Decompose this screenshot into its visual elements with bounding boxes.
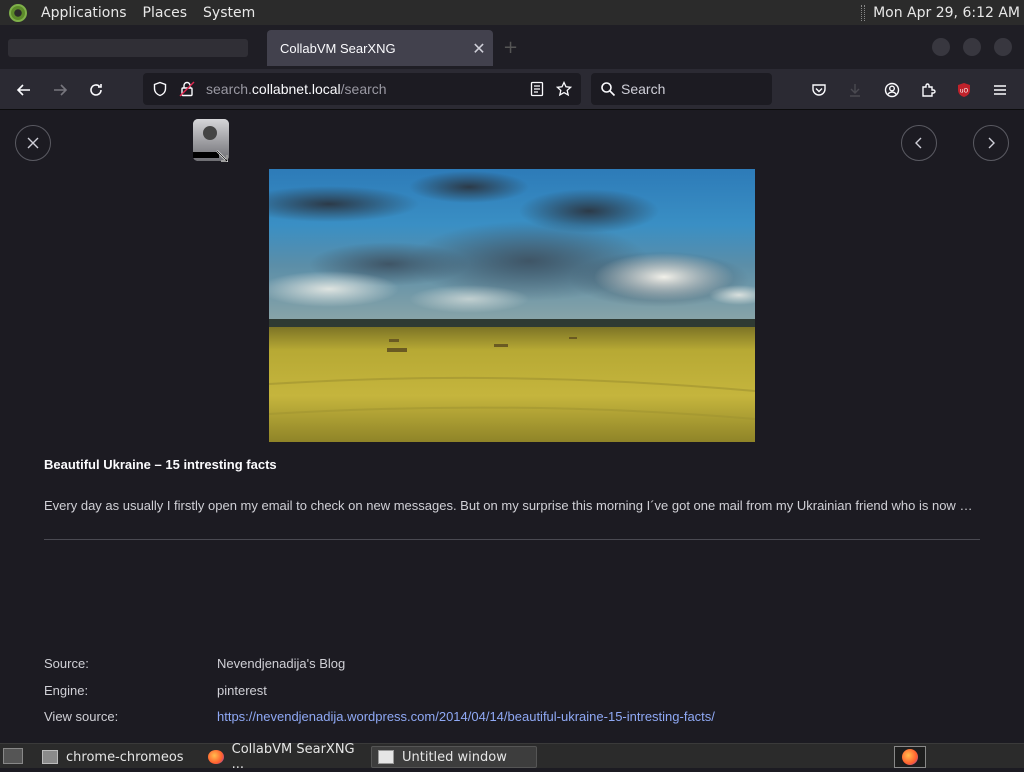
url-path: /search bbox=[340, 81, 387, 97]
url-text: search.collabnet.local/search bbox=[206, 81, 387, 97]
task-chrome-chromeos[interactable]: chrome-chromeos bbox=[36, 746, 200, 768]
firefox-icon bbox=[208, 750, 224, 764]
lock-insecure-icon[interactable] bbox=[179, 81, 195, 97]
account-icon[interactable] bbox=[879, 77, 905, 103]
task-untitled-window[interactable]: Untitled window bbox=[371, 746, 537, 768]
maximize-button[interactable] bbox=[963, 38, 981, 56]
reader-view-icon[interactable] bbox=[529, 81, 545, 97]
engine-value: pinterest bbox=[217, 683, 267, 698]
search-input[interactable] bbox=[621, 79, 761, 99]
svg-text:uO: uO bbox=[960, 88, 969, 95]
result-preview-image[interactable] bbox=[269, 169, 755, 442]
download-icon[interactable] bbox=[842, 77, 868, 103]
divider bbox=[44, 539, 980, 540]
url-host: collabnet.local bbox=[251, 81, 341, 97]
previous-image-button[interactable] bbox=[901, 125, 937, 161]
view-source-label: View source: bbox=[44, 709, 119, 724]
task-firefox-searxng[interactable]: CollabVM SearXNG ... bbox=[202, 742, 368, 772]
search-bar[interactable] bbox=[591, 73, 772, 105]
workspace-switcher[interactable] bbox=[894, 746, 926, 768]
extensions-icon[interactable] bbox=[915, 77, 941, 103]
chevron-left-icon bbox=[915, 137, 922, 149]
next-image-button[interactable] bbox=[973, 125, 1009, 161]
new-tab-icon[interactable]: + bbox=[503, 37, 518, 58]
pocket-icon[interactable] bbox=[806, 77, 832, 103]
top-panel: Applications Places System Mon Apr 29, 6… bbox=[0, 0, 1024, 25]
firefox-icon bbox=[902, 749, 918, 765]
result-title: Beautiful Ukraine – 15 intresting facts bbox=[44, 457, 277, 472]
page-viewport: Beautiful Ukraine – 15 intresting facts … bbox=[0, 110, 1024, 743]
hamburger-menu-icon[interactable] bbox=[987, 77, 1013, 103]
bookmark-star-icon[interactable] bbox=[555, 80, 573, 97]
result-snippet: Every day as usually I firstly open my e… bbox=[44, 498, 980, 513]
tab-close-icon[interactable]: ✕ bbox=[465, 39, 493, 58]
view-source-link[interactable]: https://nevendjenadija.wordpress.com/201… bbox=[217, 709, 715, 724]
browser-tab-strip: CollabVM SearXNG ✕ + bbox=[0, 25, 1024, 69]
tab-title: CollabVM SearXNG bbox=[280, 40, 396, 56]
ublock-origin-icon[interactable]: uO bbox=[951, 77, 977, 103]
bottom-taskbar: chrome-chromeos CollabVM SearXNG ... Unt… bbox=[0, 742, 1024, 772]
window-controls bbox=[932, 38, 1012, 56]
forward-icon[interactable] bbox=[47, 77, 73, 103]
clock[interactable]: Mon Apr 29, 6:12 AM bbox=[873, 5, 1024, 21]
reload-icon[interactable] bbox=[83, 77, 109, 103]
window-icon bbox=[378, 750, 394, 764]
navigation-toolbar: search.collabnet.local/search uO bbox=[0, 69, 1024, 110]
menu-places[interactable]: Places bbox=[135, 5, 196, 21]
task-label: chrome-chromeos bbox=[66, 749, 184, 765]
clock-area: Mon Apr 29, 6:12 AM bbox=[861, 0, 1024, 25]
drag-cursor-icon bbox=[193, 119, 233, 166]
distro-logo-icon[interactable] bbox=[9, 3, 27, 22]
search-icon bbox=[600, 81, 616, 97]
show-desktop-icon[interactable] bbox=[3, 748, 23, 764]
shield-icon[interactable] bbox=[152, 81, 168, 97]
url-bar[interactable]: search.collabnet.local/search bbox=[143, 73, 581, 105]
close-window-button[interactable] bbox=[994, 38, 1012, 56]
minimize-button[interactable] bbox=[932, 38, 950, 56]
tab-searxng[interactable]: CollabVM SearXNG ✕ bbox=[267, 30, 493, 66]
task-label: Untitled window bbox=[402, 749, 507, 765]
chevron-right-icon bbox=[988, 137, 995, 149]
menu-system[interactable]: System bbox=[195, 5, 263, 21]
folder-icon bbox=[42, 750, 58, 764]
close-preview-button[interactable] bbox=[15, 125, 51, 161]
close-icon bbox=[27, 137, 39, 149]
source-value: Nevendjenadija's Blog bbox=[217, 656, 346, 671]
back-icon[interactable] bbox=[11, 77, 37, 103]
engine-label: Engine: bbox=[44, 683, 89, 698]
tab-list-ghost bbox=[8, 39, 248, 57]
url-prefix: search. bbox=[206, 81, 252, 97]
source-label: Source: bbox=[44, 656, 89, 671]
panel-grip-icon bbox=[861, 4, 866, 21]
menu-applications[interactable]: Applications bbox=[33, 5, 135, 21]
panel-menu-bar: Applications Places System bbox=[0, 0, 263, 25]
